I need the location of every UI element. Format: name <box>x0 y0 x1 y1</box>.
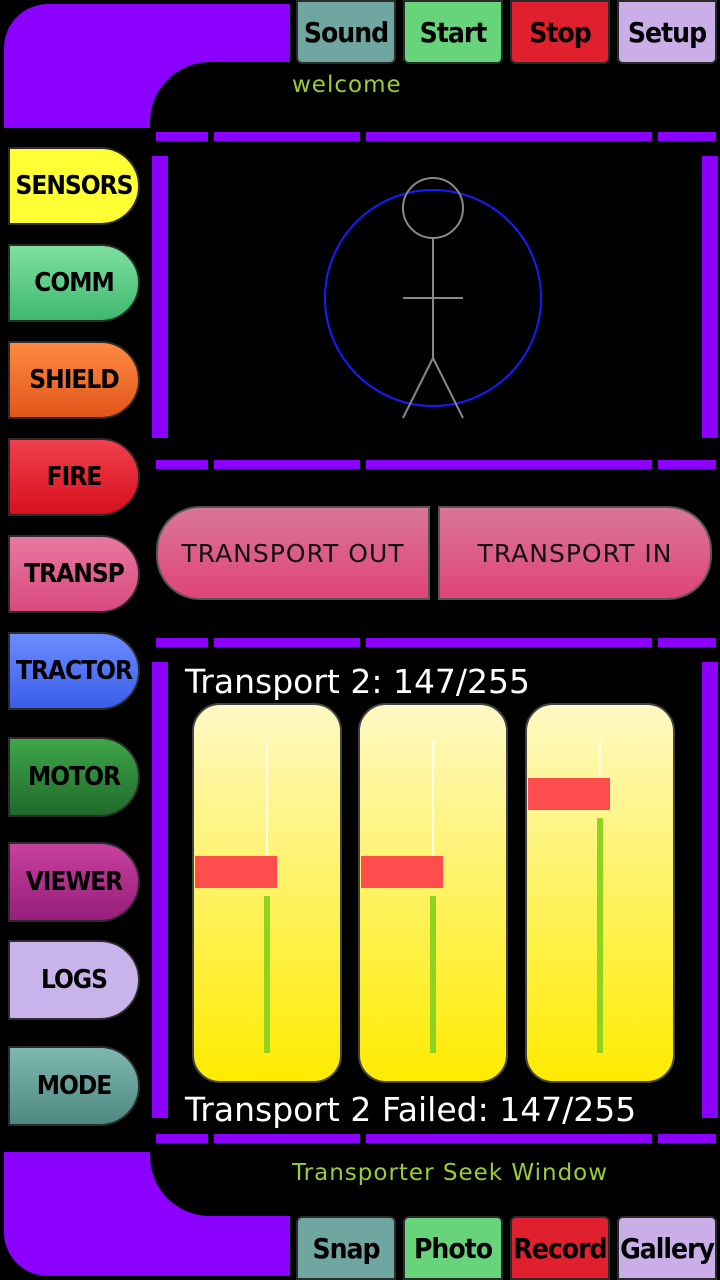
stick-figure-display <box>324 177 542 419</box>
window-title-label: Transporter Seek Window <box>292 1160 609 1186</box>
slider-fill <box>597 818 603 1053</box>
transp-button[interactable]: TRANSP <box>8 535 140 613</box>
photo-button[interactable]: Photo <box>403 1216 503 1280</box>
slider-thumb[interactable] <box>195 856 277 888</box>
transport-in-button[interactable]: TRANSPORT IN <box>438 506 712 600</box>
gallery-button[interactable]: Gallery <box>617 1216 717 1280</box>
tractor-button[interactable]: TRACTOR <box>8 632 140 710</box>
slider-fill <box>264 896 270 1053</box>
figure-head <box>402 177 464 239</box>
snap-button[interactable]: Snap <box>296 1216 396 1280</box>
transport-failed-label: Transport 2 Failed: 147/255 <box>185 1090 637 1129</box>
motor-button[interactable]: MOTOR <box>8 737 140 817</box>
mode-button[interactable]: MODE <box>8 1046 140 1126</box>
slider-1[interactable] <box>192 703 342 1083</box>
transport-out-button[interactable]: TRANSPORT OUT <box>156 506 430 600</box>
slider-thumb[interactable] <box>361 856 443 888</box>
slider-2[interactable] <box>358 703 508 1083</box>
logs-button[interactable]: LOGS <box>8 940 140 1020</box>
slider-thumb[interactable] <box>528 778 610 810</box>
slider-fill <box>430 896 436 1053</box>
transport-status-label: Transport 2: 147/255 <box>185 662 531 701</box>
slider-track <box>599 739 601 778</box>
viewer-button[interactable]: VIEWER <box>8 842 140 922</box>
slider-track <box>432 739 434 856</box>
record-button[interactable]: Record <box>510 1216 610 1280</box>
slider-track <box>266 739 268 856</box>
slider-3[interactable] <box>525 703 675 1083</box>
